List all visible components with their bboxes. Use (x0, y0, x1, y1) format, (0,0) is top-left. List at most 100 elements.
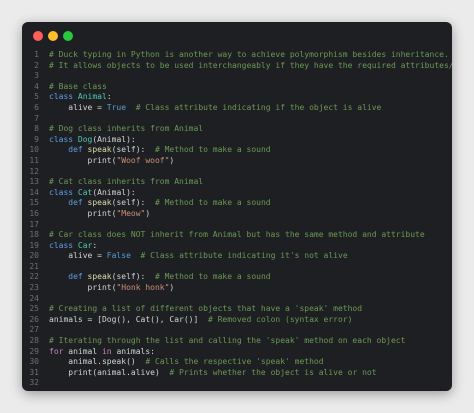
code-token: def (49, 198, 88, 208)
code-window: 1 # Duck typing in Python is another way … (22, 22, 452, 391)
code-token: # Creating a list of different objects t… (49, 304, 363, 314)
code-token: (self): (111, 272, 155, 282)
code-text: # Car class does NOT inherit from Animal… (49, 230, 425, 241)
line-number: 5 (34, 92, 39, 102)
code-token: # Class attribute indicating it's not al… (140, 251, 348, 261)
line-number: 18 (29, 230, 39, 240)
code-token: Cat (77, 187, 93, 197)
code-token: # Base class (49, 81, 107, 91)
code-token: speak (87, 198, 112, 208)
line-number: 29 (29, 346, 39, 356)
code-line: 6 alive = True # Class attribute indicat… (22, 103, 452, 114)
code-token: ) (145, 208, 151, 218)
line-number: 3 (34, 71, 39, 81)
code-line: 1 # Duck typing in Python is another way … (22, 50, 452, 61)
line-number: 7 (34, 113, 39, 123)
code-token: alive = (49, 251, 107, 261)
code-token: # Prints whether the object is alive or … (169, 367, 377, 377)
code-line: 5 class Animal: (22, 92, 452, 103)
code-text: # Dog class inherits from Animal (49, 124, 203, 135)
code-text: # Duck typing in Python is another way t… (49, 50, 449, 61)
code-text: print("Honk honk") (49, 283, 175, 294)
code-token: (Animal): (92, 187, 136, 197)
code-line: 22 def speak(self): # Method to make a s… (22, 272, 452, 283)
code-text: class Dog(Animal): (49, 135, 136, 146)
line-number: 22 (29, 272, 39, 282)
line-number: 31 (29, 367, 39, 377)
code-token: def (49, 145, 88, 155)
code-token: # Car class does NOT inherit from Animal… (49, 230, 425, 240)
code-text: print(animal.alive) # Prints whether the… (49, 367, 377, 379)
code-line: 16 print("Meow") (22, 209, 452, 220)
code-text: for animal in animals: (49, 347, 155, 358)
code-token: : (92, 240, 98, 250)
line-number: 21 (29, 261, 39, 271)
code-token: ) (169, 155, 175, 165)
line-number: 9 (34, 134, 39, 144)
code-text: alive = False # Class attribute indicati… (49, 251, 348, 262)
code-line: 29 for animal in animals: (22, 347, 452, 358)
code-line: 12 (22, 167, 452, 178)
code-token: speak (87, 272, 112, 282)
code-line: 8 # Dog class inherits from Animal (22, 124, 452, 135)
line-number: 26 (29, 314, 39, 324)
code-text: # Creating a list of different objects t… (49, 304, 362, 315)
line-number: 6 (34, 102, 39, 112)
code-token: # Iterating through the list and calling… (49, 336, 406, 346)
code-editor[interactable]: 1 # Duck typing in Python is another way … (22, 50, 452, 389)
code-text: # Cat class inherits from Animal (49, 177, 203, 188)
code-token: animal.speak() (49, 357, 146, 367)
line-number: 16 (29, 208, 39, 218)
code-token: # It allows objects to be used interchan… (49, 60, 452, 70)
code-text: animal.speak() # Calls the respective 's… (49, 357, 324, 368)
code-token: "Honk honk" (116, 283, 170, 293)
line-number: 10 (29, 145, 39, 155)
code-text: class Animal: (49, 92, 112, 103)
code-token: animals: (116, 346, 155, 356)
code-text: # Base class (49, 82, 107, 93)
code-token: animals = [Dog(), Cat(), Car()] (49, 314, 208, 324)
code-token: # Class attribute indicating if the obje… (135, 102, 382, 112)
window-titlebar (22, 22, 452, 50)
code-token: class (49, 134, 78, 144)
code-line: 23 print("Honk honk") (22, 283, 452, 294)
line-number: 4 (34, 81, 39, 91)
code-token: # Cat class inherits from Animal (49, 177, 204, 187)
line-number: 15 (29, 198, 39, 208)
line-number: 11 (29, 155, 39, 165)
code-token: class (49, 240, 78, 250)
code-token: Dog (77, 134, 93, 144)
maximize-window-button[interactable] (63, 31, 73, 41)
code-line: 2 # It allows objects to be used intercha… (22, 61, 452, 72)
line-number: 14 (29, 187, 39, 197)
code-token: print( (49, 283, 117, 293)
code-line: 25 # Creating a list of different objects… (22, 304, 452, 315)
code-text: # Iterating through the list and calling… (49, 336, 405, 347)
code-token: class (49, 92, 78, 102)
code-line: 13 # Cat class inherits from Animal (22, 177, 452, 188)
code-token: "Meow" (116, 208, 146, 218)
code-text: def speak(self): # Method to make a soun… (49, 198, 271, 209)
line-number: 30 (29, 357, 39, 367)
code-token: print(animal.alive) (49, 367, 170, 377)
code-token: True (106, 102, 127, 112)
close-window-button[interactable] (33, 31, 43, 41)
code-line: 26 animals = [Dog(), Cat(), Car()] # Remo… (22, 315, 452, 326)
code-token: class (49, 187, 78, 197)
line-number: 8 (34, 124, 39, 134)
code-token: # Method to make a sound (154, 272, 271, 282)
line-number: 19 (29, 240, 39, 250)
code-line: 27 (22, 325, 452, 336)
minimize-window-button[interactable] (48, 31, 58, 41)
code-line: 17 (22, 220, 452, 231)
code-token: (Animal): (92, 134, 136, 144)
code-token: False (106, 251, 131, 261)
code-token: # Method to make a sound (154, 198, 271, 208)
code-token: # Calls the respective 'speak' method (145, 357, 324, 367)
code-line: 10 def speak(self): # Method to make a s… (22, 145, 452, 156)
code-line: 20 alive = False # Class attribute indic… (22, 251, 452, 262)
code-line: 21 (22, 262, 452, 273)
code-line: 18 # Car class does NOT inherit from Anim… (22, 230, 452, 241)
code-line: 31 print(animal.alive) # Prints whether … (22, 368, 452, 379)
